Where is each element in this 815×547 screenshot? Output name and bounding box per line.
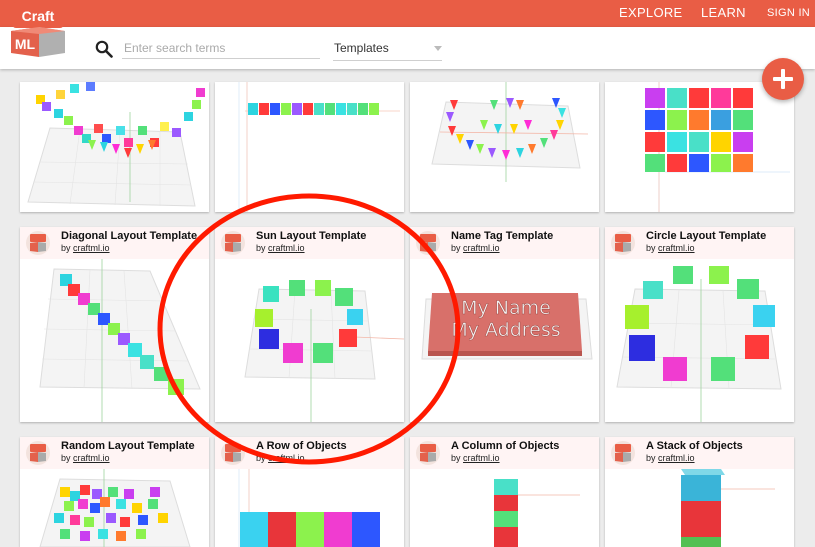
author-avatar — [221, 231, 245, 255]
learn-link[interactable]: LEARN — [701, 5, 746, 20]
author-avatar — [611, 441, 635, 465]
card-header: Random Layout Template by craftml.io — [20, 437, 209, 469]
card-preview-image — [238, 82, 400, 212]
category-select[interactable]: Templates — [333, 38, 442, 61]
card-preview-image — [616, 266, 782, 422]
author-avatar — [611, 231, 635, 255]
card-header: Circle Layout Template by craftml.io — [605, 227, 794, 259]
author-avatar — [26, 231, 50, 255]
card-header: A Column of Objects by craftml.io — [410, 437, 599, 469]
craftml-logo[interactable]: Craft ML — [9, 1, 67, 59]
by-label: by — [61, 453, 71, 463]
card-author-line: by craftml.io — [256, 243, 305, 253]
template-card-top-2[interactable] — [215, 82, 404, 212]
by-label: by — [256, 453, 266, 463]
author-link[interactable]: craftml.io — [463, 453, 500, 463]
card-header: Name Tag Template by craftml.io — [410, 227, 599, 259]
by-label: by — [256, 243, 266, 253]
explore-link[interactable]: EXPLORE — [619, 5, 683, 20]
card-author-line: by craftml.io — [61, 453, 110, 463]
card-title[interactable]: Sun Layout Template — [256, 230, 366, 242]
template-card-row[interactable]: A Row of Objects by craftml.io — [215, 437, 404, 547]
category-select-value: Templates — [334, 41, 389, 55]
search-icon[interactable] — [95, 40, 113, 58]
card-title[interactable]: Circle Layout Template — [646, 230, 766, 242]
card-preview-image: My Name My Address — [421, 293, 593, 360]
card-title[interactable]: A Column of Objects — [451, 440, 559, 452]
logo-bottom-text: ML — [15, 36, 36, 52]
template-card-circle[interactable]: Circle Layout Template by craftml.io — [605, 227, 794, 422]
card-preview-image — [431, 82, 589, 182]
card-title[interactable]: A Row of Objects — [256, 440, 347, 452]
card-preview — [410, 469, 599, 547]
author-link[interactable]: craftml.io — [658, 453, 695, 463]
author-link[interactable]: craftml.io — [268, 453, 305, 463]
card-preview — [20, 259, 209, 422]
author-link[interactable]: craftml.io — [268, 243, 305, 253]
template-card-top-3[interactable] — [410, 82, 599, 212]
nametag-line2: My Address — [451, 319, 560, 341]
template-card-top-4[interactable] — [605, 82, 794, 212]
card-author-line: by craftml.io — [61, 243, 110, 253]
template-card-diagonal[interactable]: Diagonal Layout Template by craftml.io — [20, 227, 209, 422]
template-card-stack[interactable]: A Stack of Objects by craftml.io — [605, 437, 794, 547]
card-title[interactable]: Random Layout Template — [61, 440, 195, 452]
by-label: by — [61, 243, 71, 253]
author-link[interactable]: craftml.io — [658, 243, 695, 253]
card-header: A Stack of Objects by craftml.io — [605, 437, 794, 469]
card-title[interactable]: Diagonal Layout Template — [61, 230, 197, 242]
card-preview — [605, 469, 794, 547]
card-preview-image — [681, 469, 775, 547]
template-card-nametag[interactable]: Name Tag Template by craftml.io My Name … — [410, 227, 599, 422]
card-preview — [215, 259, 404, 422]
card-author-line: by craftml.io — [646, 453, 695, 463]
template-card-top-1[interactable] — [20, 82, 209, 212]
card-header: Diagonal Layout Template by craftml.io — [20, 227, 209, 259]
author-avatar — [221, 441, 245, 465]
by-label: by — [646, 453, 656, 463]
card-preview — [215, 469, 404, 547]
card-preview-image — [238, 469, 380, 547]
add-button[interactable] — [762, 58, 804, 100]
logo-top-text: Craft — [22, 8, 55, 24]
card-preview-image — [494, 479, 580, 547]
card-preview-image — [27, 82, 205, 207]
card-header: A Row of Objects by craftml.io — [215, 437, 404, 469]
by-label: by — [451, 243, 461, 253]
card-preview-image — [244, 280, 404, 422]
card-preview-image — [645, 82, 790, 212]
card-title[interactable]: A Stack of Objects — [646, 440, 743, 452]
card-author-line: by craftml.io — [256, 453, 305, 463]
by-label: by — [451, 453, 461, 463]
card-preview-image — [39, 259, 201, 422]
author-avatar — [416, 441, 440, 465]
card-author-line: by craftml.io — [451, 453, 500, 463]
sign-in-link[interactable]: SIGN IN — [767, 7, 810, 19]
nametag-line1: My Name — [461, 297, 551, 319]
card-author-line: by craftml.io — [646, 243, 695, 253]
author-link[interactable]: craftml.io — [73, 243, 110, 253]
chevron-down-icon — [434, 46, 442, 51]
author-avatar — [416, 231, 440, 255]
search-input[interactable] — [122, 38, 320, 59]
card-header: Sun Layout Template by craftml.io — [215, 227, 404, 259]
card-preview — [605, 259, 794, 422]
card-title[interactable]: Name Tag Template — [451, 230, 553, 242]
card-preview: My Name My Address — [410, 259, 599, 422]
card-preview — [20, 469, 209, 547]
template-card-column[interactable]: A Column of Objects by craftml.io — [410, 437, 599, 547]
top-nav-bar: EXPLORE LEARN SIGN IN — [0, 0, 815, 27]
author-link[interactable]: craftml.io — [73, 453, 110, 463]
author-avatar — [26, 441, 50, 465]
plus-icon-stroke — [781, 69, 785, 89]
card-preview-image — [39, 469, 191, 547]
template-card-random[interactable]: Random Layout Template by craftml.io — [20, 437, 209, 547]
author-link[interactable]: craftml.io — [463, 243, 500, 253]
by-label: by — [646, 243, 656, 253]
card-author-line: by craftml.io — [451, 243, 500, 253]
template-card-sun[interactable]: Sun Layout Template by craftml.io — [215, 227, 404, 422]
